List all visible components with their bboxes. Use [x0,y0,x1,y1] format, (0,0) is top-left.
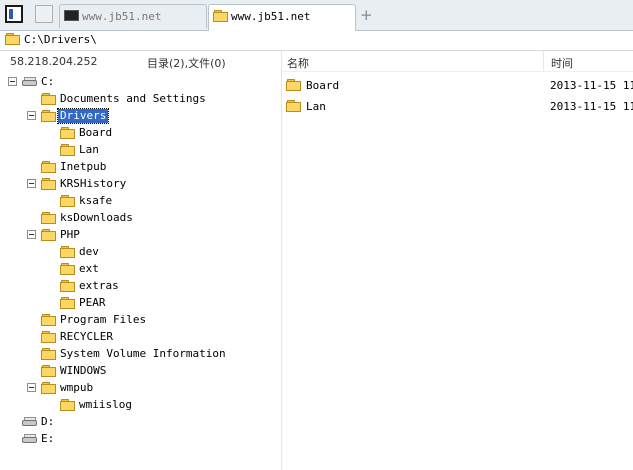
tree-node-label[interactable]: wmpub [60,381,93,395]
tree-node-label[interactable]: Program Files [60,313,146,327]
tree-node[interactable]: PEAR [0,296,280,312]
tree-node[interactable]: System Volume Information [0,347,280,363]
file-time: 2013-11-15 11: [550,100,633,113]
tree-node[interactable]: Documents and Settings [0,92,280,108]
tree-node[interactable]: wmiislog [0,398,280,414]
folder-icon [60,144,76,156]
folder-icon [60,246,76,258]
column-header-time[interactable]: 时间 [551,55,573,75]
tree-node-label[interactable]: Board [79,126,112,140]
folder-icon [41,365,57,377]
tree-node-label[interactable]: RECYCLER [60,330,113,344]
tree-node-label[interactable]: ext [79,262,99,276]
panel-toggle-icon[interactable] [5,5,23,23]
folder-icon [60,297,76,309]
drive-icon [22,417,38,427]
tree-node[interactable]: KRSHistory [0,177,280,193]
collapse-icon[interactable] [27,179,36,188]
add-tab-button[interactable]: + [360,6,373,24]
blank-page-icon[interactable] [35,5,53,23]
tree-node[interactable]: Drivers [0,108,280,125]
tree-node[interactable]: WINDOWS [0,364,280,380]
tree-node[interactable]: Inetpub [0,160,280,176]
folder-icon [41,110,57,122]
column-header-name[interactable]: 名称 [287,55,309,75]
file-row[interactable]: Lan 2013-11-15 11: [282,97,633,115]
tree-node-label[interactable]: WINDOWS [60,364,106,378]
tree-node[interactable]: ksafe [0,194,280,210]
tree-node[interactable]: E: [0,432,280,448]
tree-node[interactable]: extras [0,279,280,295]
tree-node[interactable]: ext [0,262,280,278]
tree-node[interactable]: dev [0,245,280,261]
folder-icon [41,212,57,224]
tree-node[interactable]: Board [0,126,280,142]
tree-node-label[interactable]: ksDownloads [60,211,133,225]
tab-2[interactable]: www.jb51.net [208,4,356,31]
folder-tree: C: Documents and Settings Drivers Board Lan I… [0,71,281,470]
tree-node-label[interactable]: KRSHistory [60,177,126,191]
tab-bar: www.jb51.net www.jb51.net + [0,0,633,31]
file-time: 2013-11-15 11: [550,79,633,92]
file-row[interactable]: Board 2013-11-15 11: [282,76,633,94]
collapse-icon[interactable] [27,230,36,239]
folder-icon [286,79,302,91]
folder-icon [60,280,76,292]
tree-node[interactable]: Program Files [0,313,280,329]
tree-node[interactable]: D: [0,415,280,431]
folder-icon [60,127,76,139]
folder-icon [41,331,57,343]
folder-icon [41,314,57,326]
folder-icon [41,161,57,173]
tree-node[interactable]: wmpub [0,381,280,397]
folder-icon [286,100,302,112]
tree-node[interactable]: ksDownloads [0,211,280,227]
tree-node-label[interactable]: dev [79,245,99,259]
folder-icon [41,178,57,190]
collapse-icon[interactable] [27,383,36,392]
tab-2-label: www.jb51.net [231,10,311,23]
tree-node[interactable]: PHP [0,228,280,244]
tab-1[interactable]: www.jb51.net [59,4,207,28]
tree-node-label[interactable]: PHP [60,228,80,242]
tree-node-label[interactable]: wmiislog [79,398,132,412]
folder-icon [41,229,57,241]
folder-icon [60,263,76,275]
file-name[interactable]: Lan [306,100,326,113]
folder-icon [60,195,76,207]
folder-icon [213,10,229,22]
collapse-icon[interactable] [8,77,17,86]
tree-node-label[interactable]: D: [41,415,54,429]
tree-node-label[interactable]: PEAR [79,296,106,310]
tree-node-label[interactable]: Lan [79,143,99,157]
path-text[interactable]: C:\Drivers\ [24,33,97,46]
folder-icon [60,399,76,411]
tree-node-label[interactable]: ksafe [79,194,112,208]
tab-1-label: www.jb51.net [82,10,162,23]
file-name[interactable]: Board [306,79,339,92]
header-divider [282,71,633,72]
collapse-icon[interactable] [27,111,36,120]
tree-node[interactable]: RECYCLER [0,330,280,346]
tree-node[interactable]: Lan [0,143,280,159]
tree-node-label[interactable]: extras [79,279,119,293]
column-separator[interactable] [543,51,544,71]
folder-icon [41,348,57,360]
tree-node-label[interactable]: Inetpub [60,160,106,174]
tree-node-label[interactable]: Documents and Settings [60,92,206,106]
tree-node-label[interactable]: Drivers [56,108,110,124]
tree-node-label[interactable]: C: [41,75,54,89]
drive-icon [22,77,38,87]
console-icon [64,10,79,21]
tree-node-label[interactable]: System Volume Information [60,347,226,361]
folder-icon [41,93,57,105]
tree-node-label[interactable]: E: [41,432,54,446]
path-bar[interactable]: C:\Drivers\ [0,30,633,51]
folder-icon [5,33,21,45]
drive-icon [22,434,38,444]
folder-icon [41,382,57,394]
tree-node[interactable]: C: [0,75,280,91]
